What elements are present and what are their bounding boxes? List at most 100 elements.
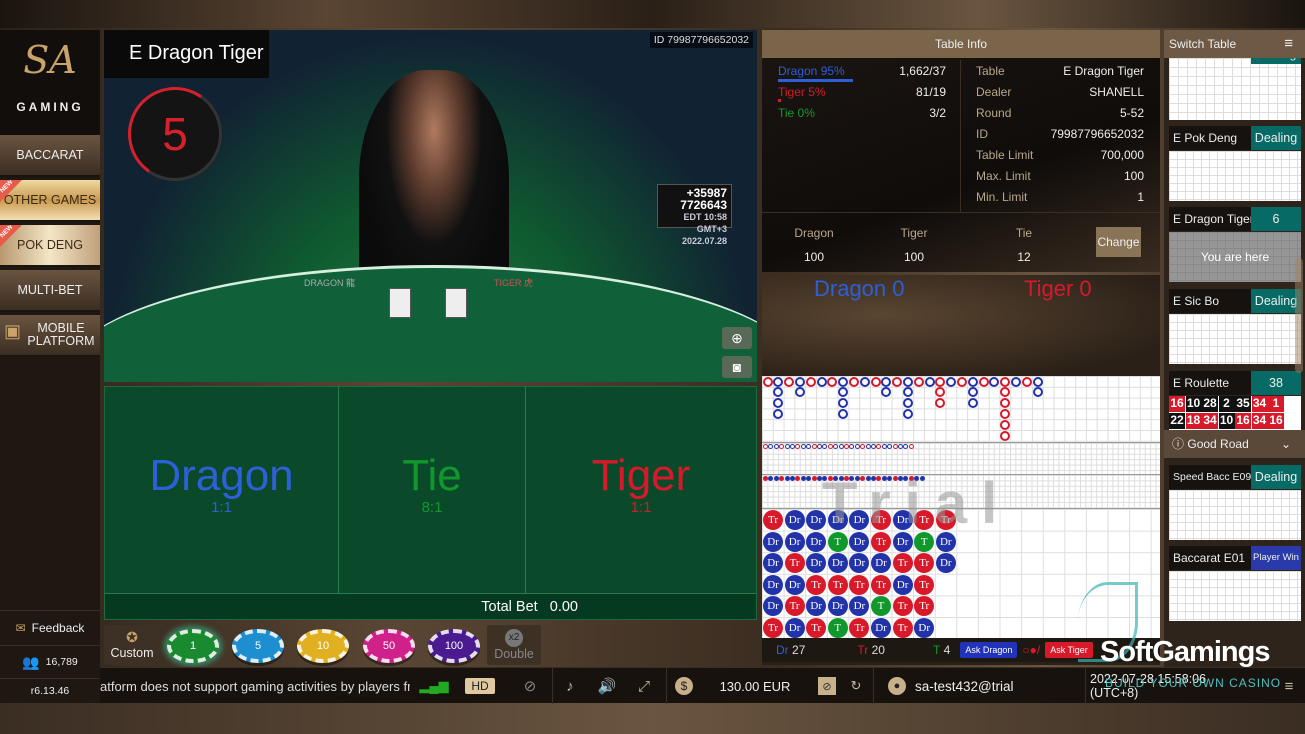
- fullscreen-icon[interactable]: ⤢: [629, 668, 659, 704]
- currency-icon: $: [675, 677, 693, 695]
- table-title: E Dragon Tiger: [104, 30, 269, 78]
- bet-tie[interactable]: Tie 8:1: [339, 387, 526, 593]
- chip-icon: ✪: [126, 629, 138, 645]
- sidebar-item-multi-bet[interactable]: MULTI-BET: [0, 270, 100, 312]
- sidebar-item-mobile-platform[interactable]: ▣ MOBILE PLATFORM: [0, 315, 100, 357]
- signal-icon: ▂▄▆: [419, 678, 449, 693]
- custom-chip-button[interactable]: ✪ Custom: [104, 625, 160, 665]
- table-item-pok-deng[interactable]: E Pok Deng Dealing: [1169, 126, 1301, 150]
- sidebar-item-label: MOBILE PLATFORM: [27, 321, 95, 348]
- zoom-in-icon[interactable]: ⊕: [722, 327, 752, 349]
- table-status: 38: [1251, 371, 1301, 395]
- bead-tr: Tr: [892, 596, 913, 617]
- limit-value: 100: [803, 250, 825, 264]
- detail-value: 100: [1123, 169, 1144, 183]
- bet-tiger[interactable]: Tiger 1:1: [526, 387, 756, 593]
- sidebar-item-baccarat[interactable]: BACCARAT: [0, 135, 100, 177]
- stat-dragon-value: 1,662/37: [899, 64, 946, 78]
- countdown-timer: 5: [128, 87, 222, 181]
- table-info-panel: Table Info Dragon 95% 1,662/37 Tiger 5% …: [762, 30, 1160, 272]
- big-road-mark: [859, 376, 870, 387]
- bead-dr: Dr: [806, 596, 827, 617]
- detail-value: 5-52: [1119, 106, 1144, 120]
- feedback-label: Feedback: [31, 621, 85, 635]
- sidebar-item-pok-deng[interactable]: NEW POK DENG: [0, 225, 100, 267]
- table-item-sic-bo[interactable]: E Sic Bo Dealing: [1169, 289, 1301, 313]
- derived-road-mark: [827, 444, 833, 449]
- volume-icon[interactable]: 🔊: [592, 668, 622, 704]
- big-road-mark: [1032, 376, 1043, 387]
- roulette-number: 22: [1169, 413, 1185, 429]
- roulette-number: 34: [1202, 413, 1218, 429]
- table-item-speed-bacc-e09[interactable]: Speed Bacc E09 Dealing: [1169, 465, 1301, 489]
- tr-label: Tr: [857, 643, 869, 657]
- bead-dr: Dr: [871, 553, 891, 574]
- roulette-number: 10: [1218, 413, 1235, 429]
- derived-road-mark: [876, 444, 882, 449]
- divider: [552, 668, 553, 704]
- sort-icon[interactable]: ≡: [1284, 30, 1293, 58]
- hide-balance-icon[interactable]: ⊘: [818, 677, 836, 695]
- derived-road-mark: [790, 444, 795, 449]
- big-road-mark: [816, 376, 827, 387]
- bet-tie-odds: 8:1: [421, 499, 443, 516]
- table-road-preview: Dealing: [1169, 50, 1301, 120]
- you-are-here-overlay: You are here: [1169, 232, 1301, 282]
- chip-5[interactable]: 5: [232, 629, 284, 663]
- camera-icon[interactable]: ◙: [722, 356, 752, 378]
- table-item-roulette[interactable]: E Roulette 38: [1169, 371, 1301, 395]
- table-info-header: Table Info: [762, 30, 1160, 58]
- ask-dragon-button[interactable]: Ask Dragon: [960, 642, 1018, 658]
- menu-icon[interactable]: ≡: [1278, 668, 1300, 704]
- good-road-label: Good Road: [1187, 437, 1249, 451]
- big-road-mark: [805, 376, 816, 387]
- card-tiger: [445, 288, 467, 318]
- bead-dr: Dr: [784, 510, 805, 530]
- bet-dragon[interactable]: Dragon 1:1: [105, 387, 339, 593]
- music-icon[interactable]: ♪: [555, 668, 585, 704]
- feedback-button[interactable]: ✉ Feedback: [0, 610, 100, 645]
- sidebar-item-other-games[interactable]: NEW OTHER GAMES: [0, 180, 100, 222]
- score-area: Dragon 0 Tiger 0: [762, 275, 1160, 376]
- big-road-mark: [838, 387, 849, 398]
- big-road-mark: [902, 376, 913, 387]
- softgamings-logo: SoftGamings: [1100, 636, 1270, 668]
- table-item-baccarat-e01[interactable]: Baccarat E01 Player Win: [1169, 546, 1301, 570]
- big-road-mark: [935, 376, 946, 387]
- bead-dr: Dr: [914, 618, 935, 638]
- bottom-strip: [0, 703, 1305, 734]
- online-count: 👥 16,789: [0, 645, 100, 678]
- chip-50[interactable]: 50: [363, 629, 415, 663]
- chip-100[interactable]: 100: [428, 629, 480, 663]
- derived-road-mark: [768, 476, 774, 481]
- refresh-icon[interactable]: ↻: [846, 668, 866, 704]
- chip-10[interactable]: 10: [297, 629, 349, 663]
- big-road-mark: [838, 408, 849, 419]
- change-limit-button[interactable]: Change: [1096, 227, 1141, 257]
- video-off-icon[interactable]: ⊘: [515, 668, 545, 704]
- big-road-mark: [935, 398, 946, 409]
- table-item-dragon-tiger[interactable]: E Dragon Tiger 6: [1169, 207, 1301, 231]
- scrollbar[interactable]: [1295, 258, 1303, 373]
- big-road-mark: [827, 376, 838, 387]
- chip-1[interactable]: 1: [167, 629, 219, 663]
- good-road-dropdown[interactable]: ⓘ Good Road ⌄: [1164, 430, 1305, 458]
- detail-value: E Dragon Tiger: [1063, 64, 1144, 78]
- double-button[interactable]: x2 Double: [487, 625, 541, 665]
- derived-road-mark: [898, 444, 903, 449]
- divider: [960, 60, 961, 212]
- derived-road-mark: [849, 444, 855, 449]
- bet-tie-label: Tie: [402, 451, 462, 500]
- table-road-preview: You are here: [1169, 232, 1301, 282]
- sign-line2: 7726643: [680, 198, 727, 212]
- sa-gaming-logo[interactable]: SA GAMING: [0, 30, 100, 135]
- hd-quality-button[interactable]: HD: [465, 678, 495, 694]
- derived-road-mark: [763, 476, 768, 481]
- big-road-mark: [924, 376, 935, 387]
- sidebar-item-label: MULTI-BET: [17, 282, 83, 297]
- roulette-number: 16: [1268, 413, 1284, 429]
- android-icon: ▣: [4, 321, 22, 341]
- bead-dr: Dr: [784, 618, 805, 638]
- softgamings-tagline: BUILD YOUR OWN CASINO: [1105, 676, 1282, 690]
- roulette-number: 28: [1202, 396, 1218, 412]
